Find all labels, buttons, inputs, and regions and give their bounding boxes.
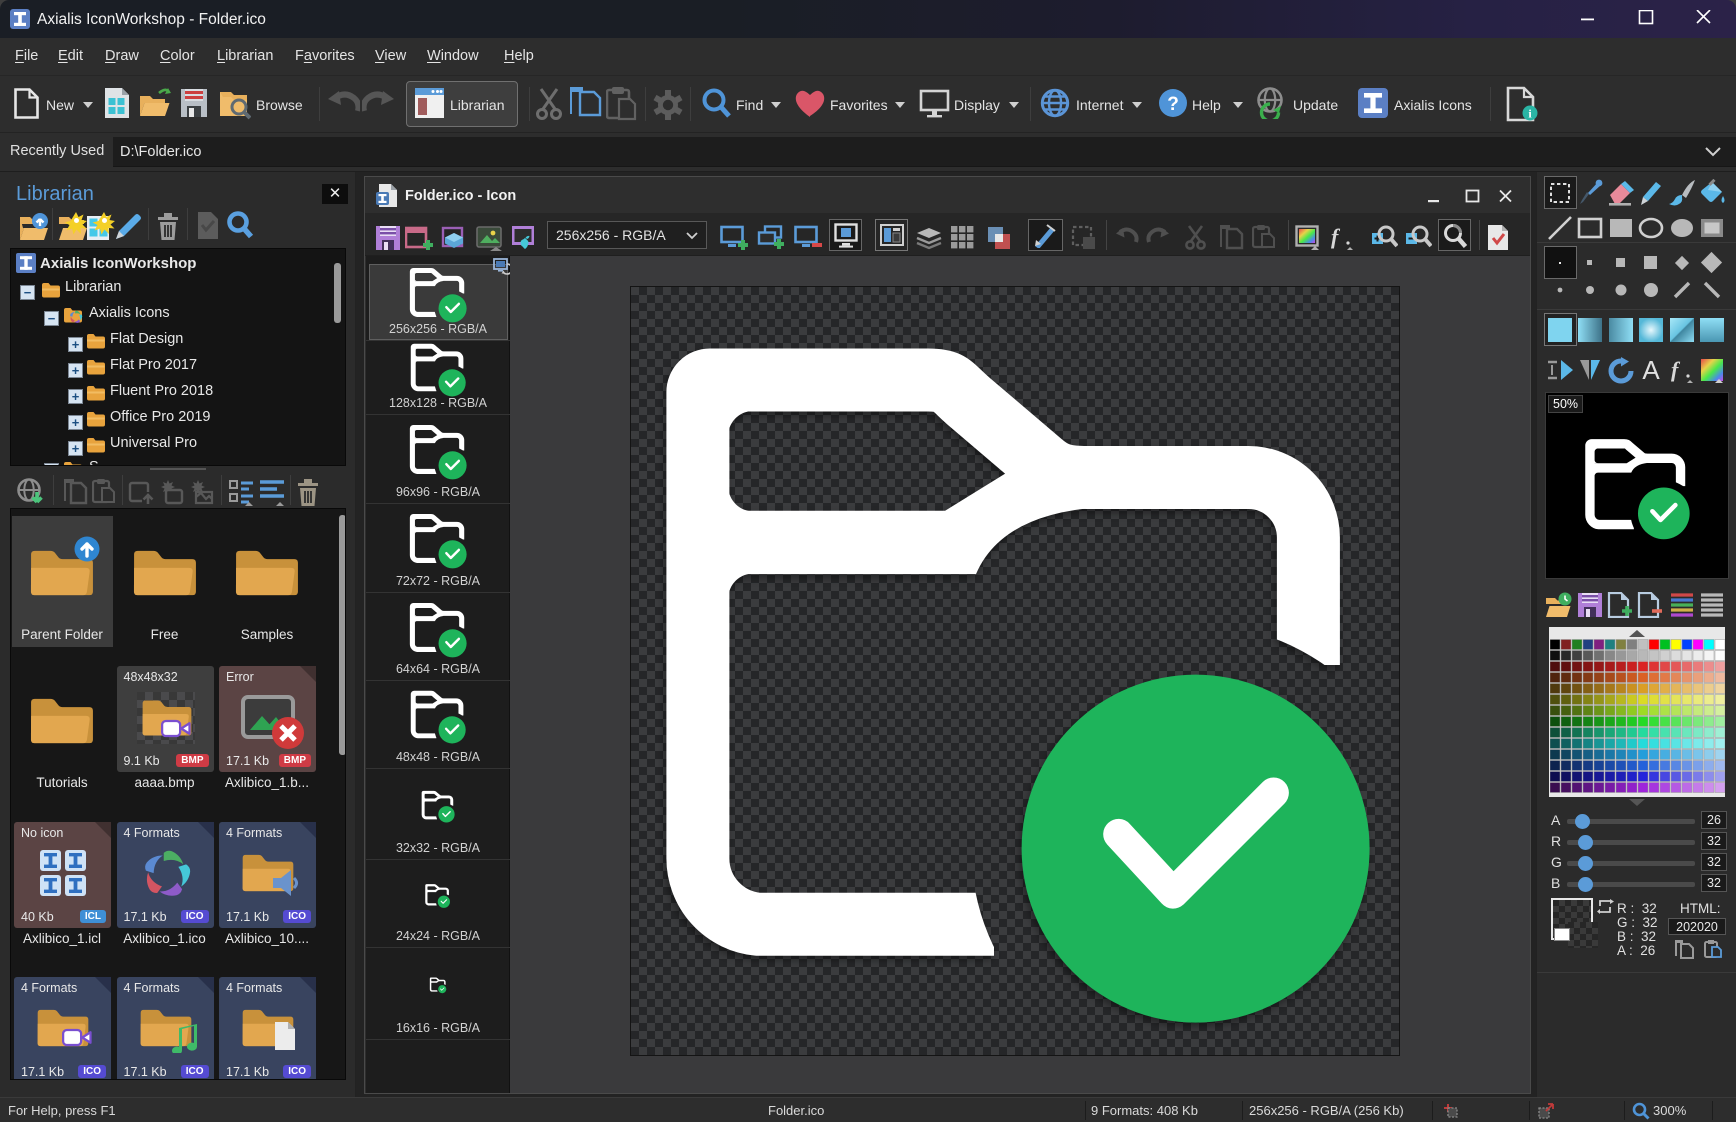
svg-text:f: f xyxy=(1331,225,1341,249)
svg-text:f: f xyxy=(1671,357,1681,382)
svg-text:A: A xyxy=(1642,357,1660,383)
svg-text:?: ? xyxy=(1167,94,1179,115)
